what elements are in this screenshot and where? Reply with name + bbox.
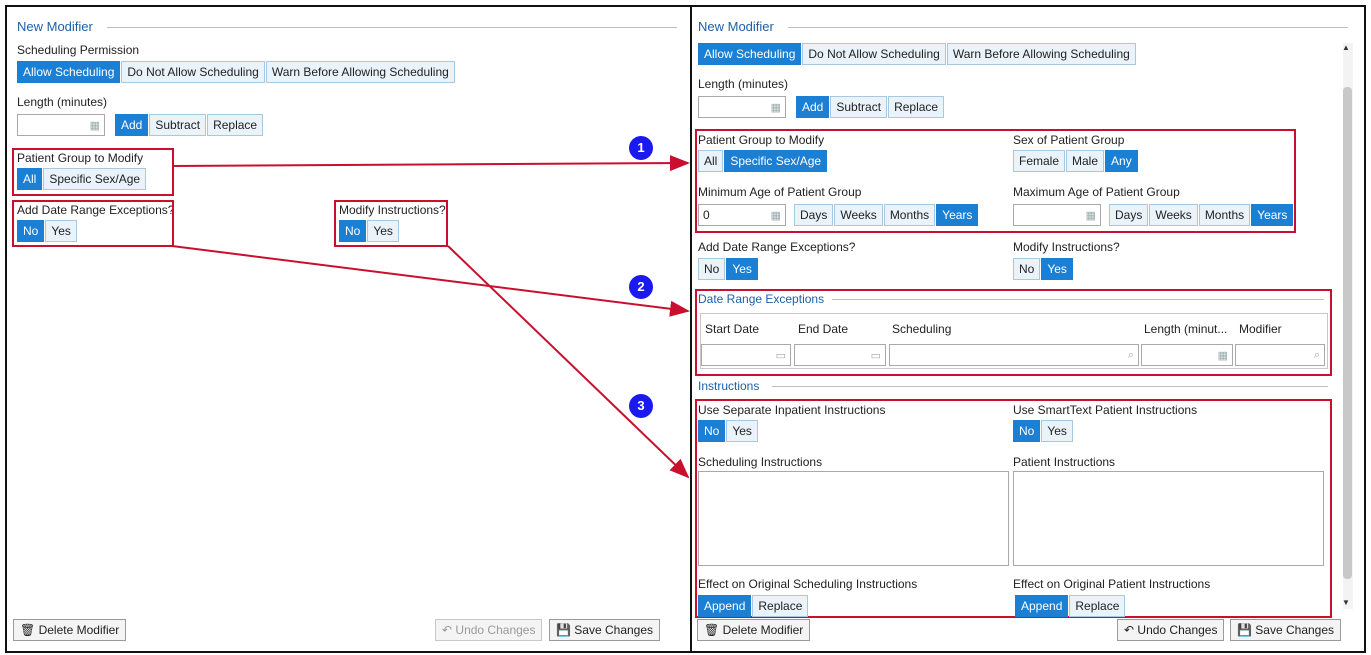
arrow-patient-group [171,155,690,172]
annotation-arrows [171,155,690,479]
annotation-badge-3: 3 [629,394,653,418]
arrow-instructions [447,245,690,479]
annotation-badge-1: 1 [629,136,653,160]
arrow-date-range [171,245,690,317]
annotation-badge-2: 2 [629,275,653,299]
